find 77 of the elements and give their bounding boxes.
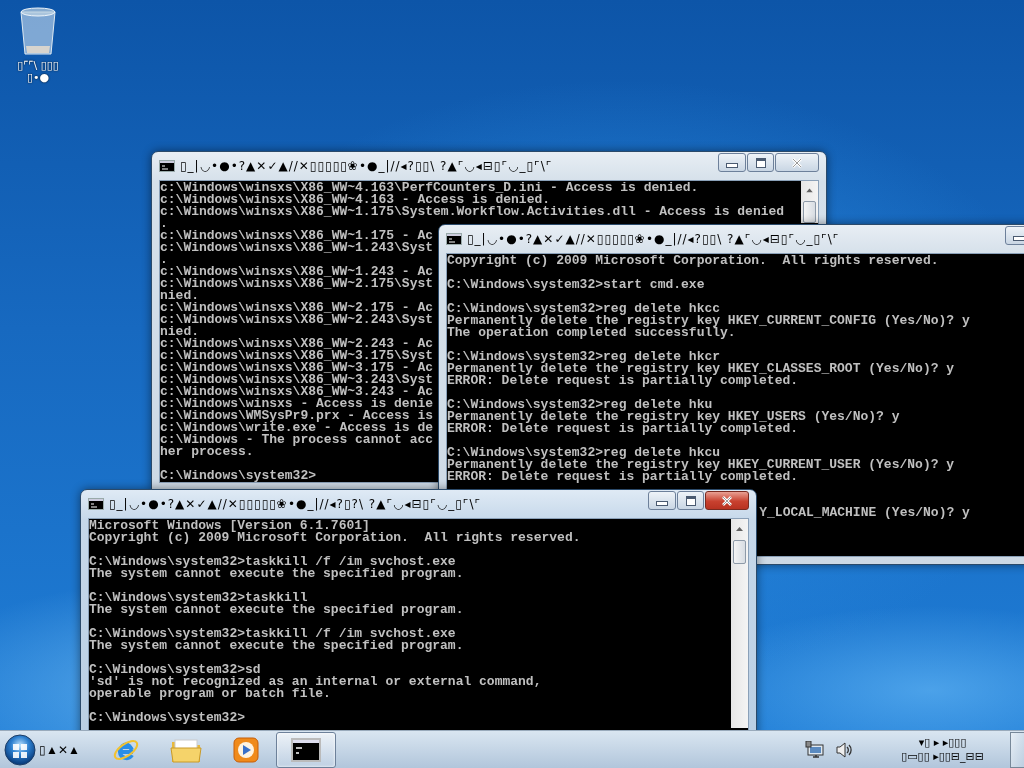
console-line: c:\Windows\WMSysPr9.prx - Access is [160,410,434,422]
console-line: C:\Windows\system32>taskkill /f /im svchost.exe [89,556,456,568]
start-orb-icon [4,733,36,766]
console-line: c:\Windows\winsxs - Access is denie [160,398,434,410]
console-line: c:\Windows\winsxs\X86_WW~2.243 - Ac [160,338,434,350]
media-player-icon [232,735,260,764]
console-line: c:\Windows\winsxs\X86_WW~1.175\System.Workflow.Activities.dll - Access is denied [160,206,785,218]
close-icon [791,157,803,168]
show-desktop-button[interactable] [1010,731,1024,768]
console-line: C:\Windows\system32>sd [89,664,261,676]
console-line: C:\Windows\system32>taskkill /f /im svchost.exe [89,628,456,640]
console-line: Copyright (c) 2009 Microsoft Corporation. All rights reserved. [89,532,581,544]
console-line: Permanently delete the registry key HKEY_USERS (Yes/No)? y [447,411,900,423]
window-title: ▯_|◡•●•?▲✕✓▲//✕▯▯▯▯▯❀•●_|//◂?▯▯\ ?▲⌜◡◂⊟▯⌜◡_▯⌜\⌜ [180,159,553,173]
console-line: ERROR: Delete request is partially completed. [447,471,799,483]
console-line: c:\Windows\winsxs\X86_WW~2.175\Syst [160,278,434,290]
console-line: c:\Windows\winsxs\X86_WW~1.243 - Ac [160,266,434,278]
console-icon[interactable] [88,498,104,510]
scrollbar-thumb[interactable] [803,200,816,223]
window-title: ▯_|◡•●•?▲✕✓▲//✕▯▯▯▯▯❀•●_|//◂?▯▯\ ?▲⌜◡◂⊟▯⌜◡_▯⌜\⌜ [467,232,840,246]
console-line: The system cannot execute the specified program. [89,640,464,652]
console-line: c:\Windows\winsxs\X86_WW~3.243\Syst [160,374,434,386]
desktop-icon-label[interactable]: ▯•● [26,72,50,84]
console-line: c:\Windows\winsxs\X86_WW~1.175 - Ac [160,230,434,242]
clock-text: ▾▯ ▸ ▸▯▯▯ [918,735,967,750]
close-button[interactable] [705,491,749,510]
console-line: . [160,218,168,230]
console-line: The system cannot execute the specified program. [89,604,464,616]
console-line: Permanently delete the registry key HKEY_CURRENT_USER (Yes/No)? y [447,459,955,471]
console-line: c:\Windows\winsxs\X86_WW~3.175\Syst [160,350,434,362]
volume-icon[interactable] [835,740,854,759]
console-line: C:\Windows\system32>reg delete hkcu [447,447,721,459]
console-line: The operation completed successfully. [447,327,736,339]
console-line: Microsoft Windows [Version 6.1.7601] [89,520,370,532]
console-line: operable program or batch file. [89,688,331,700]
console-line: 'sd' is not recognized as an internal or external command, [89,676,542,688]
close-icon [721,495,733,506]
console-line: c:\Windows\winsxs\X86_WW~3.243 - Ac [160,386,434,398]
console-line: C:\Windows\system32>reg delete hkcc [447,303,721,315]
console-line: . [160,254,168,266]
taskbar-button[interactable] [276,731,336,768]
console-line: Permanently delete the registry key HKEY_CURRENT_CONFIG (Yes/No)? y [447,315,970,327]
console-line: Y_LOCAL_MACHINE (Yes/No)? y [759,507,970,519]
console-line: c:\Windows\winsxs\X86_WW~2.243\Syst [160,314,434,326]
console-line: ERROR: Delete request is partially completed. [447,375,799,387]
scrollbar-thumb[interactable] [733,540,746,564]
network-icon[interactable] [805,740,826,759]
console-line: C:\Windows\system32>taskkill [89,592,308,604]
console-line: C:\Windows\system32>start cmd.exe [447,279,705,291]
console-line: c:\Windows\winsxs\X86_WW~1.243\Syst [160,242,434,254]
console-line: c:\Windows\winsxs\X86_WW~2.175 - Ac [160,302,434,314]
console-line: her process. [160,446,254,458]
scrollbar[interactable] [731,519,748,728]
console-line: c:\Windows\winsxs\X86_WW~4.163\PerfCounters_D.ini - Access is denied. [160,182,699,194]
console-line: C:\Windows\system32>reg delete hku [447,399,713,411]
console-line: ERROR: Delete request is partially completed. [447,423,799,435]
console-line: C:\Windows\system32> [160,470,317,482]
clock[interactable]: ▾▯ ▸ ▸▯▯▯ ▯▭▯▯ ▸▯▯⊟_⊟⊟ [901,735,984,764]
recycle-bin-icon[interactable] [18,6,58,56]
console-line: c:\Windows\winsxs\X86_WW~4.163 - Access is denied. [160,194,551,206]
console-line: Copyright (c) 2009 Microsoft Corporation. All rights reserved. [447,255,939,267]
console-line: c:\Windows\winsxs\X86_WW~3.175 - Ac [160,362,434,374]
console-icon [291,737,321,762]
console-line: The system cannot execute the specified program. [89,568,464,580]
console-line: c:\Windows - The process cannot acc [160,434,434,446]
desktop-icon-label[interactable]: ▯⌜⌜\ ▯▯▯ [17,60,59,72]
start-button[interactable]: ▯▲✕▲ [2,731,94,768]
console-line: C:\Windows\system32>reg delete hkcr [447,351,721,363]
console-line: c:\Windows\write.exe - Access is de [160,422,434,434]
clock-text: ▯▭▯▯ ▸▯▯⊟_⊟⊟ [901,749,984,764]
console-line: Permanently delete the registry key HKEY_CLASSES_ROOT (Yes/No)? y [447,363,955,375]
maximize-button[interactable] [677,491,704,510]
console-line: nied. [160,290,199,302]
minimize-button[interactable] [648,491,676,510]
console-line: nied. [160,326,199,338]
console-line: C:\Windows\system32> [89,712,246,724]
window-title: ▯_|◡•●•?▲✕✓▲//✕▯▯▯▯▯❀•●_|//◂?▯?\ ?▲⌜◡◂⊟▯⌜◡_▯⌜\⌜ [109,497,482,511]
